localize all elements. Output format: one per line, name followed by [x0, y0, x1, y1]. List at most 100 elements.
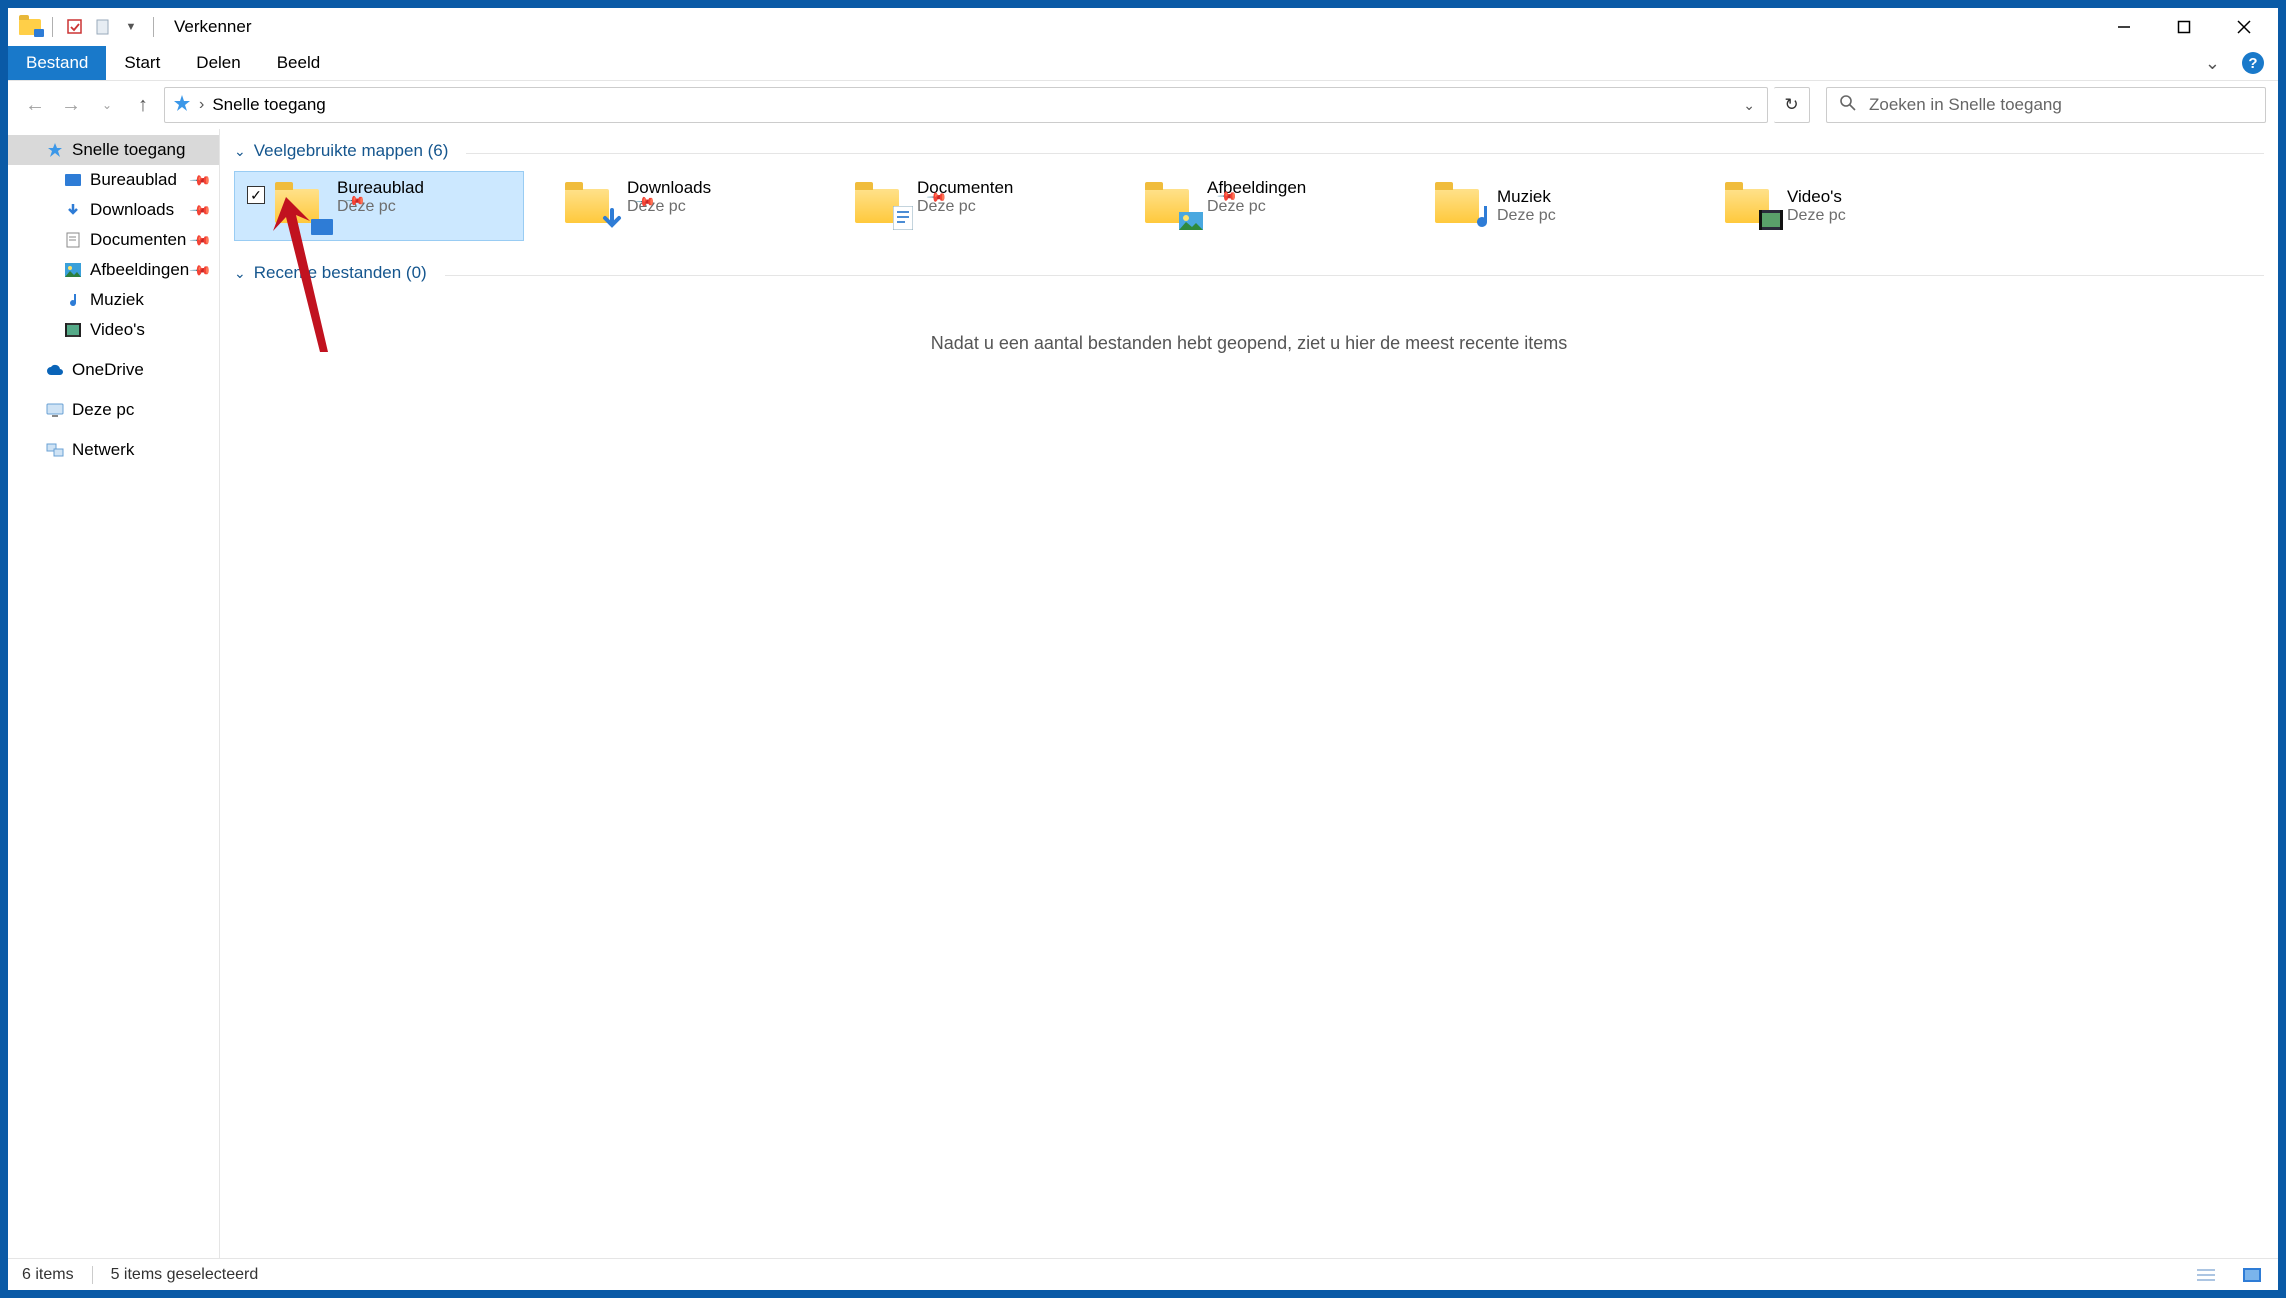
music-icon [64, 291, 82, 309]
content-pane: ⌄ Veelgebruikte mappen (6) ✓ [220, 129, 2278, 1258]
folder-icon [845, 181, 909, 231]
folder-item-desktop[interactable]: ✓ Bureaublad Deze pc 📌 [234, 171, 524, 241]
maximize-button[interactable] [2154, 8, 2214, 46]
nav-forward-icon[interactable]: → [56, 90, 86, 120]
sidebar-item-this-pc[interactable]: Deze pc [8, 395, 219, 425]
folder-icon [265, 181, 329, 231]
download-icon [64, 201, 82, 219]
network-icon [46, 441, 64, 459]
sidebar-item-label: Snelle toegang [72, 140, 185, 160]
section-frequent-folders[interactable]: ⌄ Veelgebruikte mappen (6) [234, 137, 2264, 171]
divider [153, 17, 154, 37]
folder-icon [1425, 181, 1489, 231]
app-icon [18, 15, 42, 39]
sidebar-item-videos[interactable]: Video's [8, 315, 219, 345]
close-button[interactable] [2214, 8, 2274, 46]
help-icon[interactable]: ? [2242, 52, 2264, 74]
search-icon [1839, 94, 1857, 117]
desktop-icon [64, 171, 82, 189]
folder-item-pictures[interactable]: Afbeeldingen Deze pc 📌 [1104, 171, 1394, 241]
sidebar-item-label: Deze pc [72, 400, 134, 420]
nav-up-icon[interactable]: ↑ [128, 90, 158, 120]
section-divider [466, 153, 2264, 154]
pin-icon: 📌 [188, 168, 212, 192]
tab-delen[interactable]: Delen [178, 46, 258, 80]
status-bar: 6 items 5 items geselecteerd [8, 1258, 2278, 1290]
sidebar-item-music[interactable]: Muziek [8, 285, 219, 315]
cloud-icon [46, 361, 64, 379]
sidebar-item-label: Netwerk [72, 440, 134, 460]
nav-bar: ← → ⌄ ↑ › Snelle toegang ⌄ ↻ [8, 81, 2278, 129]
qat-dropdown-icon[interactable]: ▼ [119, 15, 143, 39]
pc-icon [46, 401, 64, 419]
folder-item-documents[interactable]: Documenten Deze pc 📌 [814, 171, 1104, 241]
navigation-pane: Snelle toegang Bureaublad 📌 Downloads 📌 … [8, 129, 220, 1258]
search-box[interactable] [1826, 87, 2266, 123]
folder-icon [1715, 181, 1779, 231]
sidebar-item-label: OneDrive [72, 360, 144, 380]
pictures-icon [64, 261, 82, 279]
view-large-icons-button[interactable] [2240, 1265, 2264, 1285]
status-selected: 5 items geselecteerd [111, 1266, 259, 1284]
video-icon [64, 321, 82, 339]
sidebar-item-label: Muziek [90, 290, 144, 310]
star-icon [46, 141, 64, 159]
address-bar[interactable]: › Snelle toegang ⌄ [164, 87, 1768, 123]
pin-icon: 📌 [188, 198, 212, 222]
title-bar-left: ▼ Verkenner [12, 15, 252, 39]
ribbon-collapse-icon[interactable]: ⌄ [2193, 53, 2232, 74]
tab-start[interactable]: Start [106, 46, 178, 80]
tab-beeld[interactable]: Beeld [259, 46, 338, 80]
sidebar-item-desktop[interactable]: Bureaublad 📌 [8, 165, 219, 195]
folder-item-music[interactable]: Muziek Deze pc [1394, 171, 1684, 241]
sidebar-item-label: Afbeeldingen [90, 260, 189, 280]
sidebar-item-documents[interactable]: Documenten 📌 [8, 225, 219, 255]
explorer-window: ▼ Verkenner Bestand Start Delen Beeld ⌄ … [8, 8, 2278, 1290]
nav-recent-dropdown-icon[interactable]: ⌄ [92, 90, 122, 120]
folder-icon [555, 181, 619, 231]
sidebar-item-label: Documenten [90, 230, 186, 250]
pin-icon: 📌 [188, 258, 212, 282]
frequent-folders-grid: ✓ Bureaublad Deze pc 📌 [234, 171, 2264, 241]
empty-state-message: Nadat u een aantal bestanden hebt geopen… [234, 293, 2264, 394]
folder-location: Deze pc [1497, 207, 1556, 225]
chevron-down-icon: ⌄ [234, 143, 246, 160]
sidebar-item-label: Bureaublad [90, 170, 177, 190]
folder-item-videos[interactable]: Video's Deze pc [1684, 171, 1974, 241]
window-title: Verkenner [174, 17, 252, 37]
refresh-button[interactable]: ↻ [1774, 87, 1810, 123]
folder-location: Deze pc [1787, 207, 1846, 225]
nav-back-icon[interactable]: ← [20, 90, 50, 120]
folder-name: Muziek [1497, 187, 1556, 207]
folder-name: Video's [1787, 187, 1846, 207]
title-bar: ▼ Verkenner [8, 8, 2278, 46]
status-count: 6 items [22, 1266, 74, 1284]
search-input[interactable] [1869, 95, 2253, 115]
section-label: Recente bestanden (0) [254, 263, 427, 283]
quick-access-star-icon [173, 94, 191, 117]
sidebar-item-onedrive[interactable]: OneDrive [8, 355, 219, 385]
sidebar-item-label: Video's [90, 320, 145, 340]
sidebar-item-pictures[interactable]: Afbeeldingen 📌 [8, 255, 219, 285]
breadcrumb-location[interactable]: Snelle toegang [212, 95, 325, 115]
checkbox-icon[interactable]: ✓ [247, 186, 265, 204]
document-icon [64, 231, 82, 249]
view-details-button[interactable] [2194, 1265, 2218, 1285]
chevron-down-icon: ⌄ [234, 265, 246, 282]
folder-item-downloads[interactable]: Downloads Deze pc 📌 [524, 171, 814, 241]
breadcrumb-sep: › [199, 96, 204, 114]
qat-newfolder-icon[interactable] [91, 15, 115, 39]
section-divider [445, 275, 2264, 276]
body: Snelle toegang Bureaublad 📌 Downloads 📌 … [8, 129, 2278, 1258]
folder-icon [1135, 181, 1199, 231]
sidebar-item-quick-access[interactable]: Snelle toegang [8, 135, 219, 165]
sidebar-item-network[interactable]: Netwerk [8, 435, 219, 465]
section-recent-files[interactable]: ⌄ Recente bestanden (0) [234, 259, 2264, 293]
pin-icon: 📌 [188, 228, 212, 252]
sidebar-item-downloads[interactable]: Downloads 📌 [8, 195, 219, 225]
minimize-button[interactable] [2094, 8, 2154, 46]
qat-properties-icon[interactable] [63, 15, 87, 39]
divider [52, 17, 53, 37]
tab-bestand[interactable]: Bestand [8, 46, 106, 80]
address-dropdown-icon[interactable]: ⌄ [1739, 97, 1759, 114]
